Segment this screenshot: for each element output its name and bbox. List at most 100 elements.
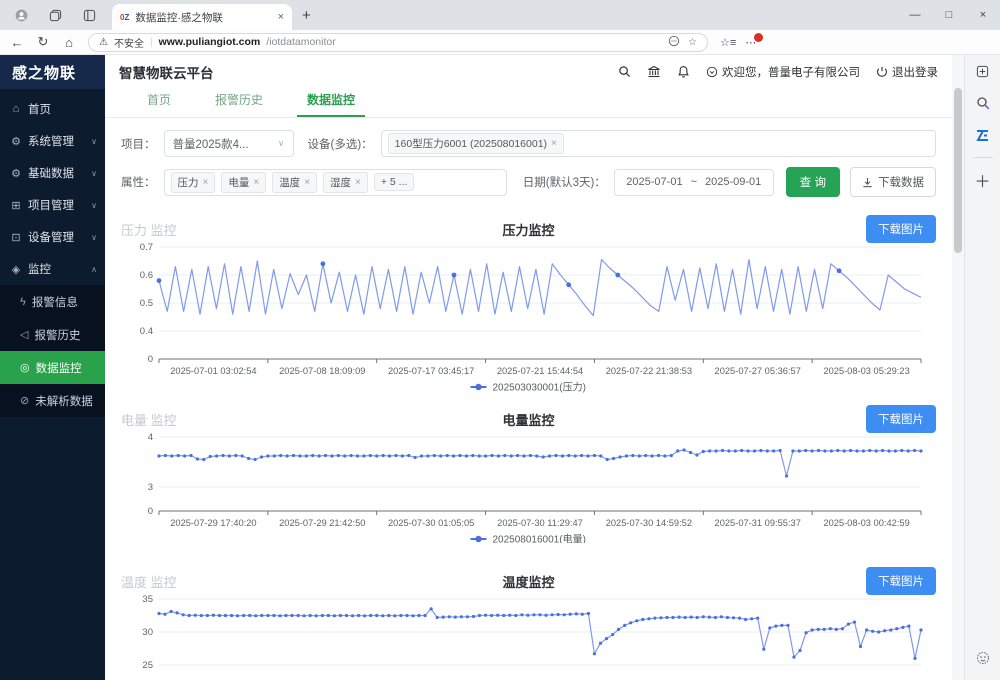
query-button[interactable]: 查 询: [786, 167, 840, 197]
svg-text:3: 3: [148, 482, 153, 493]
date-label: 日期(默认3天)：: [523, 174, 606, 190]
bell-icon[interactable]: [677, 65, 690, 78]
svg-text:2025-07-29 21:42:50: 2025-07-29 21:42:50: [279, 518, 365, 528]
browser-tab[interactable]: 0Z 数据监控·感之物联 ×: [112, 4, 292, 30]
device-multiselect[interactable]: 160型压力6001 (202508016001) ×: [381, 130, 936, 157]
content-tabs: 首页 报警历史 数据监控: [105, 88, 952, 118]
remove-tag-icon[interactable]: ×: [253, 177, 259, 188]
new-tab-button[interactable]: +: [302, 7, 311, 24]
url-path: /iotdatamonitor: [266, 36, 335, 48]
date-range-picker[interactable]: 2025-07-01 ~ 2025-09-01: [614, 169, 774, 196]
attr-tag[interactable]: 压力×: [171, 172, 216, 193]
minimize-button[interactable]: —: [898, 0, 932, 30]
panel-divider: [973, 157, 993, 158]
organization-icon[interactable]: [647, 65, 661, 78]
download-image-button[interactable]: 下载图片: [866, 215, 936, 243]
edge-tool-icon[interactable]: [973, 125, 993, 145]
scrollbar-thumb[interactable]: [954, 88, 962, 253]
maximize-button[interactable]: □: [932, 0, 966, 30]
refresh-button[interactable]: ↻: [32, 32, 54, 52]
svg-text:2025-07-01 03:02:54: 2025-07-01 03:02:54: [170, 366, 256, 376]
project-select[interactable]: 普量2025款4... ∨: [164, 130, 294, 157]
date-start: 2025-07-01: [626, 176, 682, 188]
sidebar-item-label: 设备管理: [28, 229, 74, 245]
attr-tag[interactable]: 温度×: [272, 172, 317, 193]
download-data-label: 下载数据: [878, 174, 924, 190]
sidebar-item-project[interactable]: ⊞ 项目管理 ∨: [0, 189, 105, 221]
download-image-button[interactable]: 下载图片: [866, 567, 936, 595]
svg-text:2025-07-30 11:29:47: 2025-07-30 11:29:47: [497, 518, 583, 528]
sidebar-item-device[interactable]: ⊡ 设备管理 ∨: [0, 221, 105, 253]
svg-text:202508016001(电量): 202508016001(电量): [493, 533, 586, 544]
close-button[interactable]: ×: [966, 0, 1000, 30]
svg-text:2025-07-27 05:36:57: 2025-07-27 05:36:57: [715, 366, 801, 376]
remove-tag-icon[interactable]: ×: [551, 138, 557, 149]
attribute-multiselect[interactable]: 压力× 电量× 温度× 湿度× + 5 ...: [164, 169, 507, 196]
svg-text:2025-07-08 18:09:09: 2025-07-08 18:09:09: [279, 366, 365, 376]
address-bar[interactable]: ⚠ 不安全 | www.puliangiot.com/iotdatamonito…: [88, 33, 708, 52]
sidebar-item-unparsed-data[interactable]: ⊘ 未解析数据: [0, 384, 105, 417]
bookmark-star-icon[interactable]: ☆: [688, 37, 697, 48]
download-data-button[interactable]: 下载数据: [850, 167, 936, 197]
browser-essentials-icon[interactable]: [976, 651, 990, 670]
sidebar-item-data-monitor[interactable]: ◎ 数据监控: [0, 351, 105, 384]
profile-icon[interactable]: [8, 4, 34, 26]
tab-data-monitor[interactable]: 数据监控: [289, 91, 373, 117]
back-button[interactable]: ←: [6, 32, 28, 52]
tab-actions-icon[interactable]: [76, 4, 102, 26]
remove-tag-icon[interactable]: ×: [203, 177, 209, 188]
chevron-down-icon: ∨: [91, 137, 97, 146]
svg-text:2025-07-30 01:05:05: 2025-07-30 01:05:05: [388, 518, 474, 528]
reader-icon[interactable]: [668, 35, 680, 50]
device-tag[interactable]: 160型压力6001 (202508016001) ×: [388, 133, 564, 154]
sidebar-item-alarm-history[interactable]: ◁ 报警历史: [0, 318, 105, 351]
attr-tag[interactable]: 湿度×: [323, 172, 368, 193]
logout-button[interactable]: 退出登录: [876, 64, 938, 80]
search-sidebar-icon[interactable]: [973, 93, 993, 113]
sidebar-item-label: 未解析数据: [35, 393, 93, 409]
lightning-icon: ϟ: [20, 296, 26, 308]
browser-tabstrip: 0Z 数据监控·感之物联 × + — □ ×: [0, 0, 1000, 30]
attr-tag[interactable]: 电量×: [221, 172, 266, 193]
main-content: 智慧物联云平台 欢迎您，普量电子有限公司 退出登录: [105, 55, 952, 680]
svg-text:2025-07-30 14:59:52: 2025-07-30 14:59:52: [606, 518, 692, 528]
browser-menu-icon[interactable]: ⋯: [745, 36, 756, 49]
temperature-chart: 35302520: [121, 593, 936, 680]
search-icon[interactable]: [618, 65, 631, 78]
add-panel-icon[interactable]: ＋: [973, 170, 993, 190]
pressure-chart-card: 压力 监控 压力监控 下载图片 0.70.60.50.402025-07-01 …: [105, 217, 952, 393]
sidebar-item-alarm-info[interactable]: ϟ 报警信息: [0, 285, 105, 318]
sidebar-item-monitor[interactable]: ◈ 监控 ∧: [0, 253, 105, 285]
welcome-user[interactable]: 欢迎您，普量电子有限公司: [706, 64, 860, 80]
download-image-button[interactable]: 下载图片: [866, 405, 936, 433]
split-screen-icon[interactable]: [973, 61, 993, 81]
svg-text:202503030001(压力): 202503030001(压力): [493, 381, 586, 394]
tab-home[interactable]: 首页: [129, 91, 189, 117]
workspaces-icon[interactable]: [42, 4, 68, 26]
tab-close-icon[interactable]: ×: [278, 11, 284, 23]
sidebar-item-home[interactable]: ⌂ 首页: [0, 93, 105, 125]
battery-chart-title: 电量监控: [121, 410, 936, 429]
filter-panel: 项目： 普量2025款4... ∨ 设备(多选)： 160型压力6001 (20…: [105, 118, 952, 215]
svg-text:35: 35: [142, 594, 153, 605]
platform-title: 智慧物联云平台: [119, 62, 214, 82]
sidebar-item-label: 报警历史: [34, 327, 80, 343]
sidebar-item-basedata[interactable]: ⚙ 基础数据 ∨: [0, 157, 105, 189]
sidebar-item-label: 报警信息: [32, 294, 78, 310]
sidebar-item-system[interactable]: ⚙ 系统管理 ∨: [0, 125, 105, 157]
temperature-chart-title: 温度监控: [121, 572, 936, 591]
remove-tag-icon[interactable]: ×: [355, 177, 361, 188]
favorites-icon[interactable]: ☆≡: [720, 36, 736, 49]
edge-side-panel: ＋: [964, 55, 1000, 680]
remove-tag-icon[interactable]: ×: [304, 177, 310, 188]
page-scrollbar[interactable]: [952, 55, 964, 680]
svg-text:0: 0: [148, 354, 153, 365]
svg-text:2025-07-31 09:55:37: 2025-07-31 09:55:37: [715, 518, 801, 528]
svg-text:25: 25: [142, 660, 153, 671]
speaker-icon: ◁: [20, 328, 28, 341]
tab-alarm-history[interactable]: 报警历史: [197, 91, 281, 117]
attr-more-tag[interactable]: + 5 ...: [374, 173, 415, 191]
svg-text:0.4: 0.4: [140, 326, 153, 337]
sidebar-item-label: 监控: [28, 261, 51, 277]
home-button[interactable]: ⌂: [58, 32, 80, 52]
